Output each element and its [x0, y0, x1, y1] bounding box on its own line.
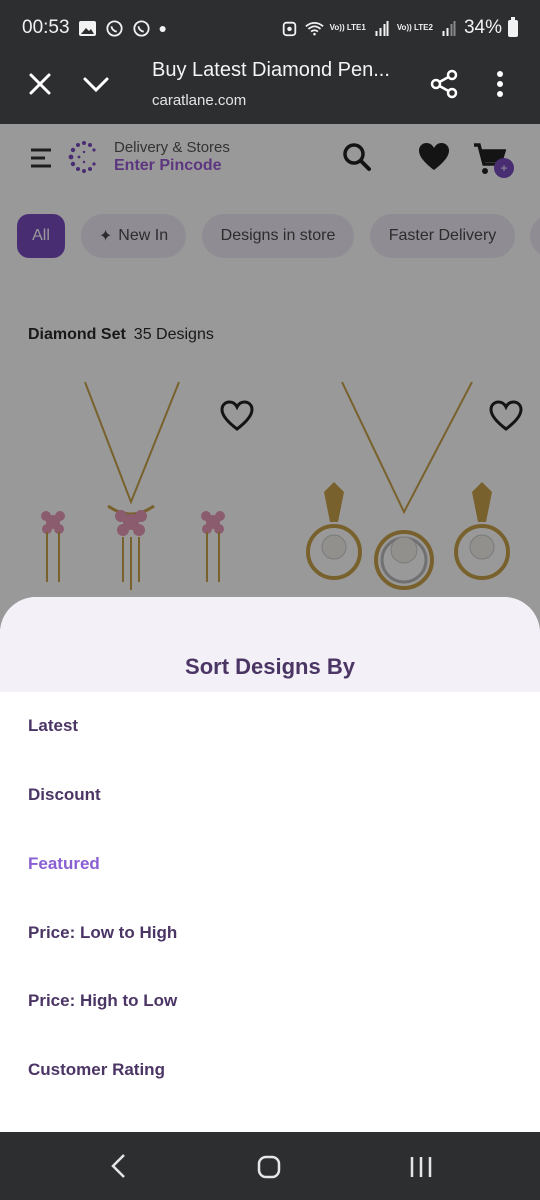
close-icon[interactable]: [26, 70, 54, 98]
back-icon[interactable]: [108, 1152, 130, 1180]
signal-icon-2: [442, 20, 456, 36]
chevron-down-icon[interactable]: [82, 70, 110, 98]
notification-dot-icon: ●: [158, 20, 168, 36]
gallery-icon: [78, 20, 96, 36]
signal-icon: [375, 20, 389, 36]
sort-bottom-sheet: Sort Designs By Latest Discount Featured…: [0, 597, 540, 1132]
sort-option-discount[interactable]: Discount: [28, 785, 101, 805]
sort-option-price-high-low[interactable]: Price: High to Low: [28, 991, 177, 1011]
page-url: caratlane.com: [152, 92, 247, 109]
status-bar: 00:53 ● Vo)) LTE1 Vo)) LTE2 34%: [0, 0, 540, 56]
sheet-title: Sort Designs By: [185, 654, 355, 679]
lte2-label: Vo)) LTE2: [396, 23, 433, 32]
sort-option-featured[interactable]: Featured: [28, 854, 100, 874]
home-icon[interactable]: [256, 1154, 282, 1180]
whatsapp-business-icon: [132, 19, 150, 37]
sort-option-price-low-high[interactable]: Price: Low to High: [28, 923, 177, 943]
wifi-icon: [304, 21, 324, 35]
sort-option-customer-rating[interactable]: Customer Rating: [28, 1060, 165, 1080]
sheet-header: Sort Designs By: [0, 597, 540, 692]
whatsapp-icon: [105, 19, 123, 37]
page-title: Buy Latest Diamond Pen...: [152, 59, 390, 81]
system-nav-bar: [0, 1132, 540, 1200]
more-options-icon[interactable]: [494, 69, 506, 99]
vpn-key-icon: [282, 21, 296, 36]
battery-percent: 34%: [463, 17, 502, 38]
share-icon[interactable]: [430, 69, 458, 99]
battery-icon: [508, 16, 518, 37]
sort-option-latest[interactable]: Latest: [28, 716, 78, 736]
custom-tab-toolbar: Buy Latest Diamond Pen... caratlane.com: [0, 56, 540, 124]
lte1-label: Vo)) LTE1: [329, 23, 366, 32]
recent-apps-icon[interactable]: [408, 1154, 434, 1180]
status-time: 00:53: [22, 17, 70, 38]
